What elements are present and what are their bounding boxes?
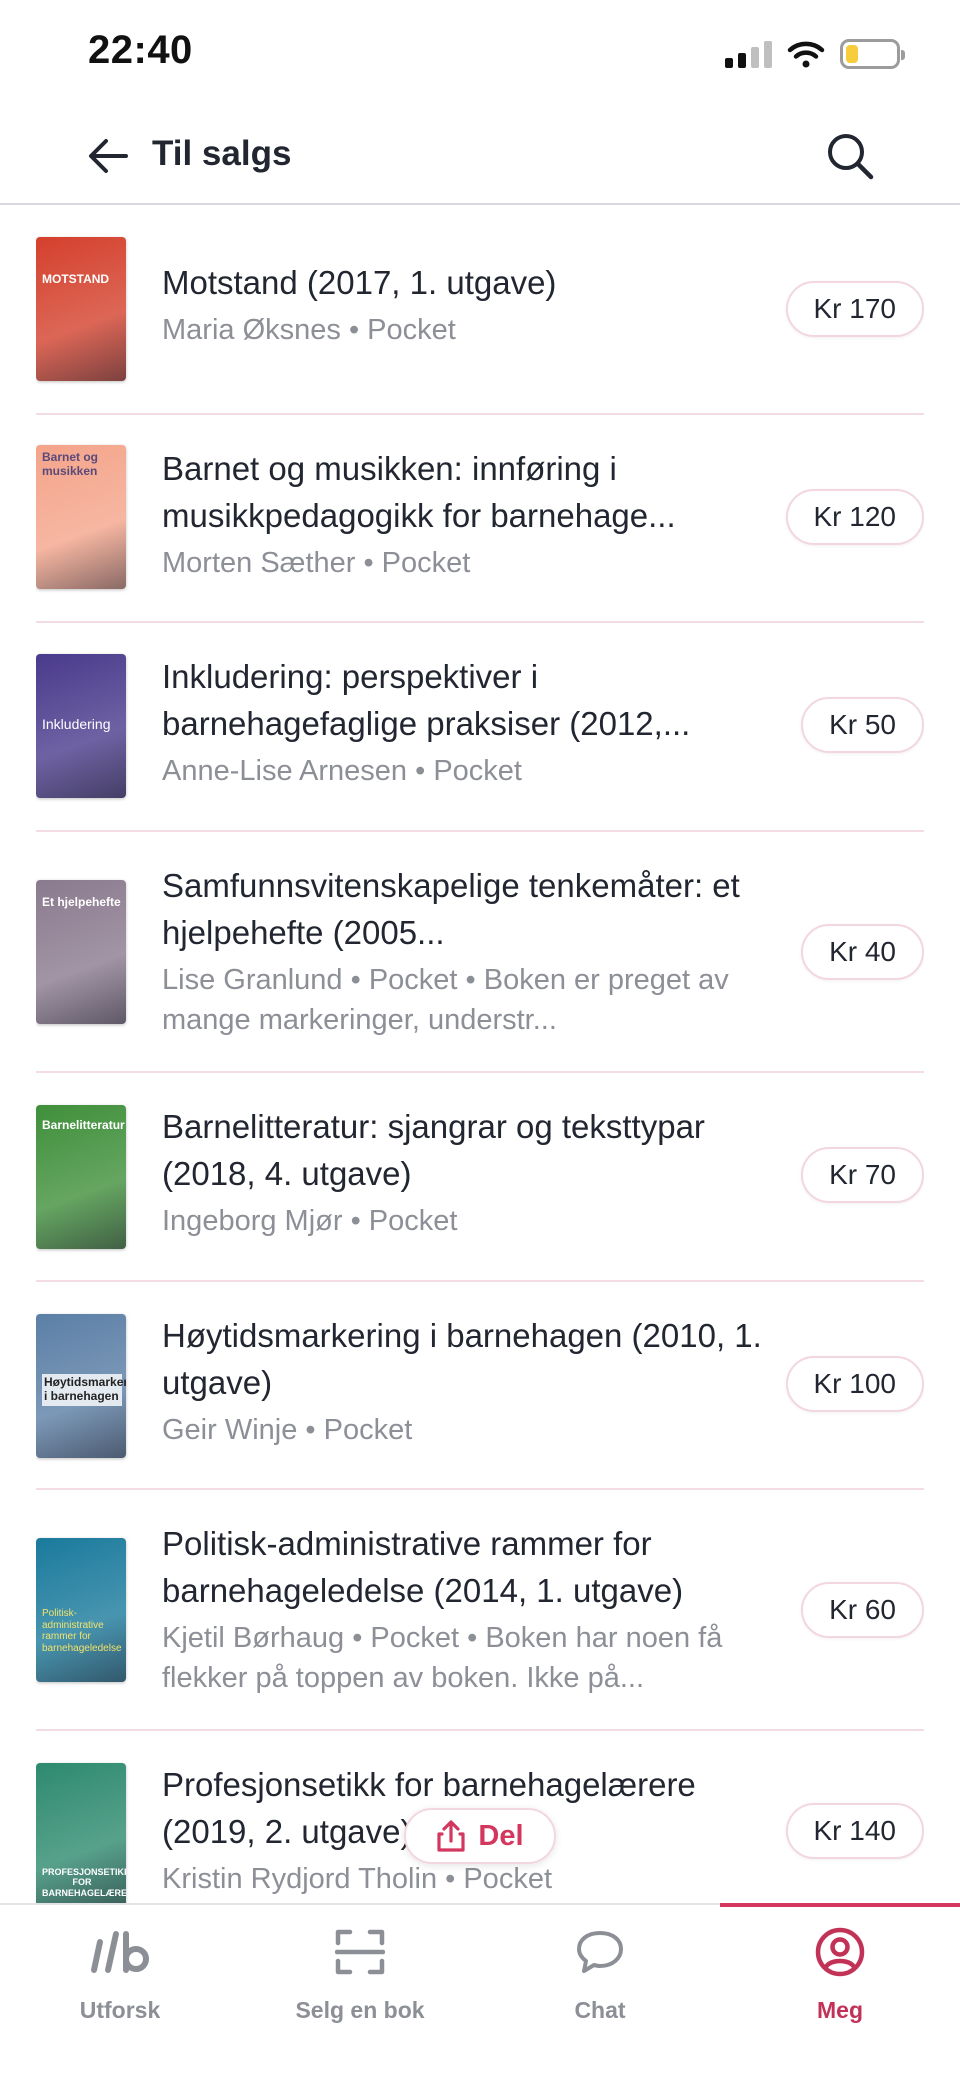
listing-title: Motstand (2017, 1. utgave) <box>162 264 557 301</box>
cover-text: Politisk-administrative rammer for barne… <box>42 1608 122 1654</box>
cover-text: Barnelitteratur <box>42 1118 125 1132</box>
back-button[interactable] <box>80 128 136 184</box>
price-badge[interactable]: Kr 60 <box>801 1582 924 1638</box>
nav-header: Til salgs <box>0 100 960 205</box>
price-badge[interactable]: Kr 120 <box>785 489 924 545</box>
listing-meta: Geir Winje • Pocket <box>162 1414 413 1446</box>
listing-meta: Ingeborg Mjør • Pocket <box>162 1205 458 1237</box>
listing-info: Politisk-administrative rammer for barne… <box>162 1520 782 1698</box>
listing-item[interactable]: MOTSTAND Motstand (2017, 1. utgave) Mari… <box>36 207 924 415</box>
cellular-signal-icon <box>725 40 772 68</box>
listing-info: Motstand (2017, 1. utgave) Maria Øksnes … <box>162 259 782 350</box>
listing-title: Samfunnsvitenskapelige tenkemåter: et hj… <box>162 867 740 951</box>
listing-meta: Lise Granlund • Pocket • Boken er preget… <box>162 964 729 1036</box>
book-cover: Politisk-administrative rammer for barne… <box>36 1538 126 1682</box>
book-cover: PROFESJONSETIKK FOR BARNEHAGELÆRERE <box>36 1763 126 1903</box>
tab-meg[interactable]: Meg <box>720 1905 960 2077</box>
listing-meta: Kristin Rydjord Tholin • Pocket <box>162 1863 552 1895</box>
cover-text: Høytidsmarkering i barnehagen <box>42 1374 126 1406</box>
search-button[interactable] <box>820 126 880 186</box>
listing-meta: Morten Sæther • Pocket <box>162 547 471 579</box>
scan-icon <box>335 1929 385 1975</box>
listing-item[interactable]: Høytidsmarkering i barnehagen Høytidsmar… <box>36 1282 924 1490</box>
screen: 22:40 Til salgs MOTSTAND Motstand (2017,… <box>0 0 960 2077</box>
listing-item[interactable]: Inkludering Inkludering: perspektiver i … <box>36 623 924 832</box>
book-cover: MOTSTAND <box>36 237 126 381</box>
cover-text: Barnet og musikken <box>42 450 99 478</box>
status-icons <box>725 36 905 72</box>
listing-info: Barnet og musikken: innføring i musikkpe… <box>162 445 782 583</box>
listing-meta: Maria Øksnes • Pocket <box>162 314 456 346</box>
listing-item[interactable]: Barnet og musikken Barnet og musikken: i… <box>36 415 924 623</box>
page-title: Til salgs <box>152 134 292 173</box>
listing-info: Inkludering: perspektiver i barnehagefag… <box>162 653 782 791</box>
listing-title: Barnelitteratur: sjangrar og teksttypar … <box>162 1108 705 1192</box>
listing-info: Samfunnsvitenskapelige tenkemåter: et hj… <box>162 862 782 1040</box>
listing-info: Barnelitteratur: sjangrar og teksttypar … <box>162 1103 782 1241</box>
listing-meta: Kjetil Børhaug • Pocket • Boken har noen… <box>162 1622 723 1694</box>
cover-text: Et hjelpehefte <box>42 895 121 909</box>
listing-item[interactable]: Et hjelpehefte Samfunnsvitenskapelige te… <box>36 832 924 1073</box>
cover-text: PROFESJONSETIKK FOR BARNEHAGELÆRERE <box>42 1867 126 1898</box>
status-bar: 22:40 <box>0 0 960 100</box>
share-button[interactable]: Del <box>404 1808 556 1864</box>
arrow-left-icon <box>89 139 128 173</box>
listing-title: Politisk-administrative rammer for barne… <box>162 1525 684 1609</box>
profile-icon <box>815 1927 865 1977</box>
status-time: 22:40 <box>88 28 193 72</box>
logo-ib-icon <box>91 1931 149 1973</box>
listing-meta: Anne-Lise Arnesen • Pocket <box>162 755 522 787</box>
price-badge[interactable]: Kr 100 <box>785 1356 924 1412</box>
book-cover: Høytidsmarkering i barnehagen <box>36 1314 126 1458</box>
tab-label: Chat <box>574 1997 626 2023</box>
price-badge[interactable]: Kr 50 <box>801 697 924 753</box>
chat-bubble-icon <box>577 1931 623 1973</box>
tab-label: Utforsk <box>79 1997 161 2023</box>
tab-selg-en-bok[interactable]: Selg en bok <box>240 1905 480 2077</box>
tab-label: Meg <box>817 1997 863 2023</box>
price-badge[interactable]: Kr 170 <box>785 281 924 337</box>
listing-info: Høytidsmarkering i barnehagen (2010, 1. … <box>162 1312 782 1450</box>
book-cover: Barnelitteratur <box>36 1105 126 1249</box>
book-cover: Et hjelpehefte <box>36 880 126 1024</box>
price-badge[interactable]: Kr 140 <box>785 1803 924 1859</box>
listing-title: Barnet og musikken: innføring i musikkpe… <box>162 450 676 534</box>
tab-label: Selg en bok <box>295 1997 425 2023</box>
tab-chat[interactable]: Chat <box>480 1905 720 2077</box>
listing-title: Høytidsmarkering i barnehagen (2010, 1. … <box>162 1317 762 1401</box>
share-label: Del <box>478 1819 524 1852</box>
tab-bar: Utforsk Selg en bok Chat Meg <box>0 1903 960 2077</box>
battery-icon <box>840 39 905 69</box>
book-cover: Barnet og musikken <box>36 445 126 589</box>
listing-item[interactable]: Politisk-administrative rammer for barne… <box>36 1490 924 1731</box>
price-badge[interactable]: Kr 70 <box>801 1147 924 1203</box>
listing-item[interactable]: Barnelitteratur Barnelitteratur: sjangra… <box>36 1073 924 1282</box>
wifi-icon <box>787 41 825 68</box>
battery-level <box>846 45 858 63</box>
book-cover: Inkludering <box>36 654 126 798</box>
tab-utforsk[interactable]: Utforsk <box>0 1905 240 2077</box>
cover-text: Inkludering <box>42 716 111 732</box>
cover-text: MOTSTAND <box>42 272 110 286</box>
search-icon <box>828 134 874 180</box>
listing-title: Inkludering: perspektiver i barnehagefag… <box>162 658 691 742</box>
share-icon <box>437 1820 466 1852</box>
price-badge[interactable]: Kr 40 <box>801 924 924 980</box>
listing-list: MOTSTAND Motstand (2017, 1. utgave) Mari… <box>36 207 924 1903</box>
